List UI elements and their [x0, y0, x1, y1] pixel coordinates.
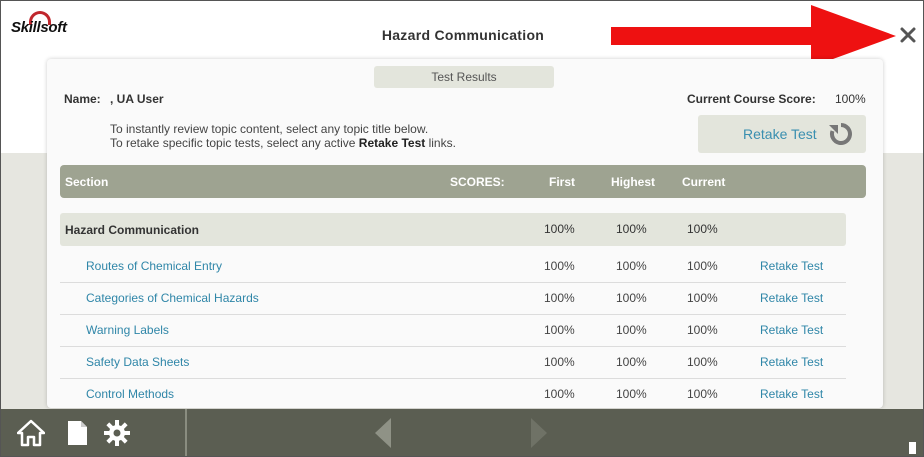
topic-first-score: 100% — [544, 387, 575, 401]
topic-current-score: 100% — [687, 291, 718, 305]
topic-current-score: 100% — [687, 355, 718, 369]
topic-first-score: 100% — [544, 355, 575, 369]
retake-test-button-label: Retake Test — [743, 126, 817, 142]
document-icon[interactable] — [63, 419, 91, 447]
section-row: Hazard Communication 100% 100% 100% — [60, 213, 846, 246]
test-results-panel: Test Results Name: , UA User Current Cou… — [47, 59, 883, 408]
section-first-score: 100% — [544, 222, 575, 236]
header-scores: SCORES: — [450, 175, 505, 189]
retake-test-button[interactable]: Retake Test — [698, 115, 866, 153]
annotation-arrow — [611, 5, 896, 67]
test-results-tab: Test Results — [374, 66, 554, 88]
forward-arrow-icon[interactable] — [527, 417, 551, 449]
topic-highest-score: 100% — [616, 323, 647, 337]
corner-marker — [909, 442, 916, 454]
topic-first-score: 100% — [544, 323, 575, 337]
course-score-label: Current Course Score: — [687, 92, 816, 106]
topic-highest-score: 100% — [616, 291, 647, 305]
topic-link[interactable]: Routes of Chemical Entry — [86, 259, 222, 273]
retake-test-link[interactable]: Retake Test — [760, 323, 823, 337]
topic-row: Categories of Chemical Hazards 100% 100%… — [60, 283, 846, 315]
gear-icon[interactable] — [103, 419, 131, 447]
topic-link[interactable]: Control Methods — [86, 387, 174, 401]
instructions: To instantly review topic content, selec… — [110, 122, 456, 150]
topic-first-score: 100% — [544, 291, 575, 305]
header-first: First — [549, 175, 576, 189]
section-current-score: 100% — [687, 222, 718, 236]
header-section: Section — [65, 175, 109, 189]
name-label: Name: — [64, 92, 101, 106]
retake-test-link[interactable]: Retake Test — [760, 387, 823, 401]
topic-highest-score: 100% — [616, 355, 647, 369]
close-icon — [900, 27, 916, 43]
course-score-value: 100% — [835, 92, 866, 106]
retake-test-link[interactable]: Retake Test — [760, 355, 823, 369]
name-value: , UA User — [110, 92, 164, 106]
topic-link[interactable]: Safety Data Sheets — [86, 355, 189, 369]
topic-row: Safety Data Sheets 100% 100% 100% Retake… — [60, 347, 846, 379]
header-highest: Highest — [611, 175, 656, 189]
topic-link[interactable]: Categories of Chemical Hazards — [86, 291, 259, 305]
topic-highest-score: 100% — [616, 259, 647, 273]
topic-first-score: 100% — [544, 259, 575, 273]
back-arrow-icon[interactable] — [371, 417, 395, 449]
close-button[interactable] — [897, 24, 919, 46]
topic-link[interactable]: Warning Labels — [86, 323, 169, 337]
instruction-line-1: To instantly review topic content, selec… — [110, 122, 429, 136]
bottom-toolbar — [1, 409, 923, 456]
section-highest-score: 100% — [616, 222, 647, 236]
top-bar: Skillsoft Hazard Communication — [1, 1, 923, 67]
topic-highest-score: 100% — [616, 387, 647, 401]
section-name: Hazard Communication — [65, 223, 200, 237]
topic-row: Warning Labels 100% 100% 100% Retake Tes… — [60, 315, 846, 347]
retake-test-link[interactable]: Retake Test — [760, 291, 823, 305]
toolbar-divider — [185, 409, 187, 456]
topic-current-score: 100% — [687, 387, 718, 401]
topic-row: Control Methods 100% 100% 100% Retake Te… — [60, 379, 846, 408]
topic-row: Routes of Chemical Entry 100% 100% 100% … — [60, 251, 846, 283]
instruction-line-2: To retake specific topic tests, select a… — [110, 136, 456, 150]
topic-current-score: 100% — [687, 259, 718, 273]
header-current: Current — [682, 175, 726, 189]
results-table-header: Section SCORES: First Highest Current — [60, 165, 866, 198]
home-icon[interactable] — [17, 419, 45, 447]
retake-test-link[interactable]: Retake Test — [760, 259, 823, 273]
refresh-icon — [829, 123, 852, 145]
topic-current-score: 100% — [687, 323, 718, 337]
